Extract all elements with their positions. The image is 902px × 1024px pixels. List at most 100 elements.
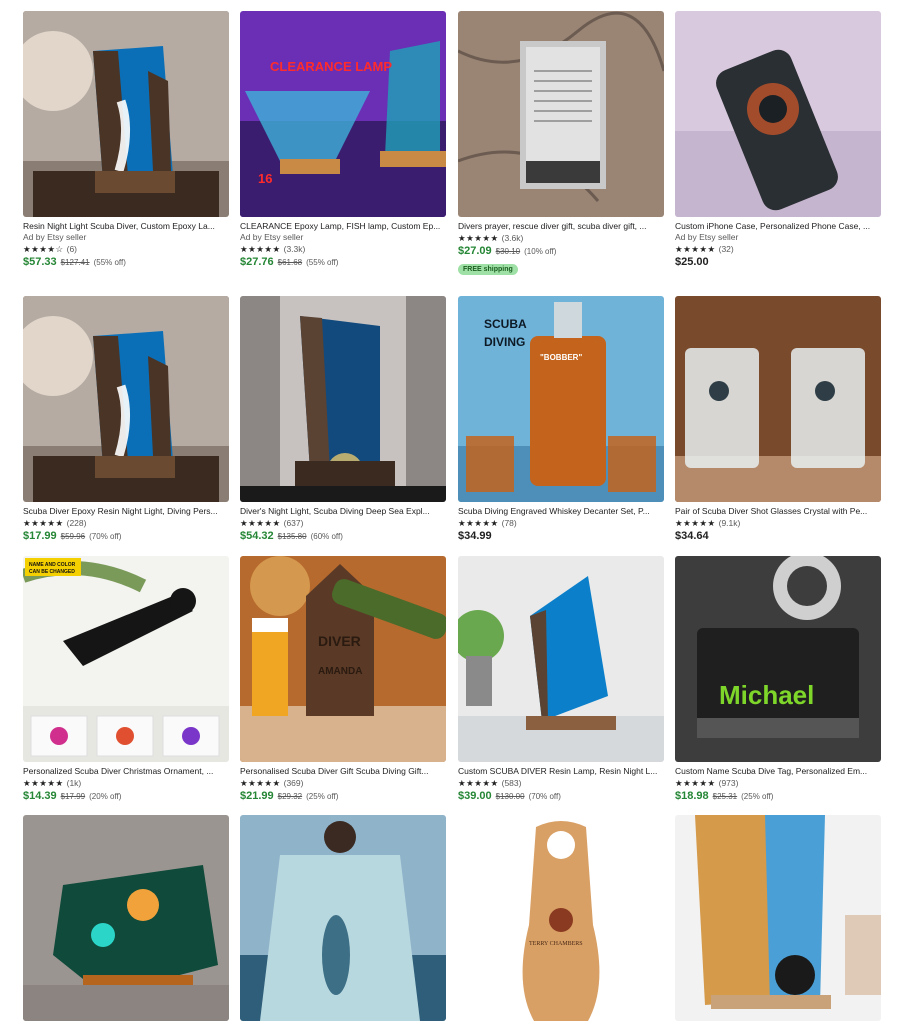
review-count: (9.1k) (718, 518, 741, 528)
price-bar: $34.99 (458, 530, 664, 543)
star-rating-icon: ★★★★★ (23, 778, 64, 788)
product-card[interactable] (675, 815, 881, 1021)
svg-text:NAME AND COLOR: NAME AND COLOR (29, 562, 76, 568)
review-count: (6) (66, 244, 77, 254)
original-price: $61.68 (277, 258, 303, 267)
star-rating-icon: ★★★★★ (458, 233, 499, 243)
star-rating-icon: ★★★★★ (240, 244, 281, 254)
price-bar: $14.39 $17.99 (20% off) (23, 790, 229, 803)
product-title[interactable]: Scuba Diver Epoxy Resin Night Light, Div… (23, 506, 229, 517)
product-card[interactable] (240, 815, 446, 1021)
rating: ★★★★★ (1k) (23, 777, 229, 789)
discount: (70% off) (89, 532, 122, 541)
original-price: $130.00 (495, 792, 525, 801)
original-price: $127.41 (60, 258, 90, 267)
price-bar: $18.98 $25.31 (25% off) (675, 790, 881, 803)
price: $54.32 (240, 530, 274, 542)
star-rating-icon: ★★★★☆ (23, 244, 64, 254)
night-light-icon[interactable] (240, 296, 446, 502)
discount: (20% off) (89, 792, 122, 801)
review-count: (637) (283, 518, 304, 528)
svg-text:DIVING: DIVING (484, 335, 525, 349)
rating: ★★★★★ (583) (458, 777, 664, 789)
product-card[interactable]: Resin Night Light Scuba Diver, Custom Ep… (23, 11, 229, 269)
product-card[interactable]: Michael Custom Name Scuba Dive Tag, Perso… (675, 556, 881, 803)
product-title[interactable]: Custom SCUBA DIVER Resin Lamp, Resin Nig… (458, 766, 664, 777)
wood-lamp-icon[interactable] (675, 815, 881, 1021)
rating: ★★★★★ (228) (23, 517, 229, 529)
star-rating-icon: ★★★★★ (458, 518, 499, 528)
review-count: (3.6k) (501, 233, 524, 243)
product-card[interactable]: DIVER AMANDA Personalised Scuba Diver Gif… (240, 556, 446, 803)
product-title[interactable]: Diver's Night Light, Scuba Diving Deep S… (240, 506, 446, 517)
product-title[interactable]: Personalized Scuba Diver Christmas Ornam… (23, 766, 229, 777)
poncho-icon[interactable] (240, 815, 446, 1021)
price-bar: $17.99 $59.96 (70% off) (23, 530, 229, 543)
product-title[interactable]: Custom iPhone Case, Personalized Phone C… (675, 221, 881, 232)
price-bar: $57.33 $127.41 (55% off) (23, 256, 229, 269)
product-card[interactable]: SCUBA DIVING "BOBBER" Scuba Diving Engrav… (458, 296, 664, 543)
product-card[interactable] (23, 815, 229, 1021)
svg-text:16: 16 (258, 171, 272, 186)
ad-label: Ad by Etsy seller (240, 232, 304, 242)
rating: ★★★★★ (369) (240, 777, 446, 789)
discount: (25% off) (741, 792, 774, 801)
review-count: (32) (718, 244, 734, 254)
product-title[interactable]: Divers prayer, rescue diver gift, scuba … (458, 221, 664, 232)
product-card[interactable]: Divers prayer, rescue diver gift, scuba … (458, 11, 664, 276)
product-card[interactable]: Custom SCUBA DIVER Resin Lamp, Resin Nig… (458, 556, 664, 803)
product-title[interactable]: Scuba Diving Engraved Whiskey Decanter S… (458, 506, 664, 517)
price-bar: $39.00 $130.00 (70% off) (458, 790, 664, 803)
price: $27.09 (458, 245, 492, 257)
discount: (70% off) (528, 792, 561, 801)
product-title[interactable]: Personalised Scuba Diver Gift Scuba Divi… (240, 766, 446, 777)
fin-plaque-icon[interactable]: TERRY CHAMBERS (458, 815, 664, 1021)
bottle-opener-icon[interactable]: DIVER AMANDA (240, 556, 446, 762)
star-rating-icon: ★★★★★ (458, 778, 499, 788)
rating: ★★★★★ (9.1k) (675, 517, 881, 529)
decanter-icon[interactable]: SCUBA DIVING "BOBBER" (458, 296, 664, 502)
rating: ★★★★★ (3.3k) (240, 243, 446, 255)
shot-glasses-icon[interactable] (675, 296, 881, 502)
coral-lamp-icon[interactable] (23, 815, 229, 1021)
product-card[interactable]: CLEARANCE LAMP 16 CLEARANCE Epoxy Lamp, F… (240, 11, 446, 269)
rating: ★★★★★ (637) (240, 517, 446, 529)
rating: ★★★★★ (78) (458, 517, 664, 529)
discount: (25% off) (306, 792, 339, 801)
price: $21.99 (240, 790, 274, 802)
resin-lamp-icon[interactable] (23, 296, 229, 502)
product-card[interactable]: NAME AND COLOR CAN BE CHANGED Personaliz… (23, 556, 229, 803)
review-count: (78) (501, 518, 517, 528)
price-bar: $34.64 (675, 530, 881, 543)
price: $34.64 (675, 530, 709, 542)
review-count: (973) (718, 778, 739, 788)
product-card[interactable]: Diver's Night Light, Scuba Diving Deep S… (240, 296, 446, 543)
price-bar: $25.00 (675, 256, 881, 269)
free-shipping-badge: FREE shipping (458, 264, 518, 275)
resin-lamp-icon[interactable] (23, 11, 229, 217)
product-card[interactable]: Custom iPhone Case, Personalized Phone C… (675, 11, 881, 269)
price-bar: $21.99 $29.32 (25% off) (240, 790, 446, 803)
dive-tag-icon[interactable]: Michael (675, 556, 881, 762)
review-count: (1k) (66, 778, 82, 788)
ad-label: Ad by Etsy seller (675, 232, 739, 242)
phone-case-icon[interactable] (675, 11, 881, 217)
discount: (55% off) (93, 258, 126, 267)
product-title[interactable]: Custom Name Scuba Dive Tag, Personalized… (675, 766, 881, 777)
product-title[interactable]: Resin Night Light Scuba Diver, Custom Ep… (23, 221, 229, 232)
review-count: (369) (283, 778, 304, 788)
clearance-lamp-icon[interactable]: CLEARANCE LAMP 16 (240, 11, 446, 217)
svg-text:"BOBBER": "BOBBER" (540, 353, 582, 362)
ornament-icon[interactable]: NAME AND COLOR CAN BE CHANGED (23, 556, 229, 762)
product-card[interactable]: Pair of Scuba Diver Shot Glasses Crystal… (675, 296, 881, 543)
product-card[interactable]: TERRY CHAMBERS (458, 815, 664, 1021)
product-title[interactable]: Pair of Scuba Diver Shot Glasses Crystal… (675, 506, 881, 517)
product-title[interactable]: CLEARANCE Epoxy Lamp, FISH lamp, Custom … (240, 221, 446, 232)
star-rating-icon: ★★★★★ (240, 518, 281, 528)
product-card[interactable]: Scuba Diver Epoxy Resin Night Light, Div… (23, 296, 229, 543)
price-bar: $27.76 $61.68 (55% off) (240, 256, 446, 269)
price: $17.99 (23, 530, 57, 542)
price: $39.00 (458, 790, 492, 802)
prayer-plaque-icon[interactable] (458, 11, 664, 217)
resin-lamp-blue-icon[interactable] (458, 556, 664, 762)
